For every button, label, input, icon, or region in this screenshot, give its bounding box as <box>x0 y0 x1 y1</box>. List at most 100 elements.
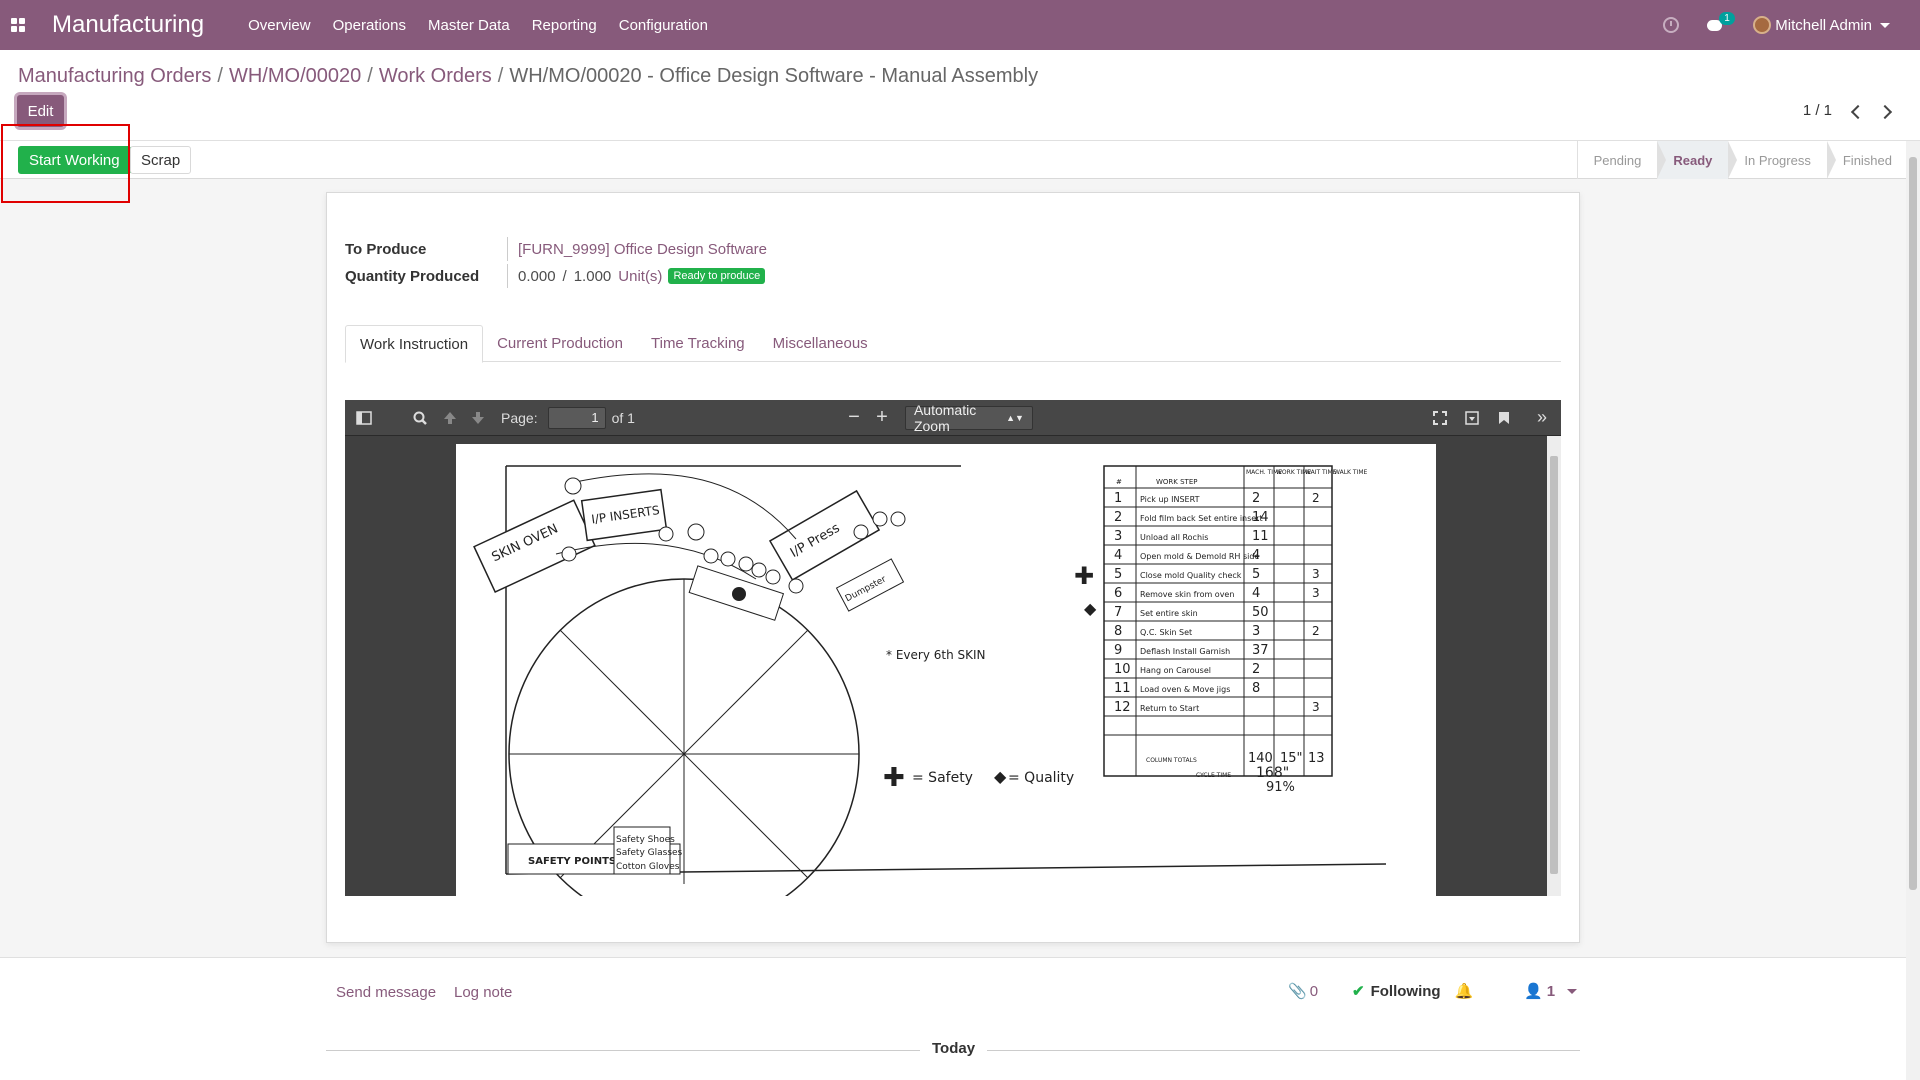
legend-safety-icon: ✚ <box>883 763 905 793</box>
menu-operations[interactable]: Operations <box>333 17 406 34</box>
table-cell: 5 <box>1114 567 1122 582</box>
tools-menu-icon[interactable]: » <box>1529 405 1555 431</box>
table-cell: 3 <box>1312 586 1320 600</box>
table-header: # <box>1116 478 1122 486</box>
status-bar: Start Working Scrap Pending Ready In Pro… <box>0 141 1920 179</box>
stage-in-progress[interactable]: In Progress <box>1728 141 1837 179</box>
chevron-right-icon[interactable] <box>1880 105 1892 117</box>
systray: 1 Mitchell Admin <box>1663 12 1890 34</box>
status-badge: Ready to produce <box>668 268 766 284</box>
menu-reporting[interactable]: Reporting <box>532 17 597 34</box>
menu-configuration[interactable]: Configuration <box>619 17 708 34</box>
tab-current-production[interactable]: Current Production <box>483 325 637 362</box>
zoom-select[interactable]: Automatic Zoom ▲▼ <box>904 402 1033 434</box>
breadcrumb-separator: / <box>497 65 504 87</box>
stage-ready[interactable]: Ready <box>1657 141 1738 179</box>
breadcrumb-current: WH/MO/00020 - Office Design Software - M… <box>509 65 1039 87</box>
table-cell: 8 <box>1114 624 1122 639</box>
table-cell: 2 <box>1252 491 1260 506</box>
table-cell: Fold film back Set entire insert <box>1140 514 1263 523</box>
table-cell: 4 <box>1114 548 1122 563</box>
table-cell: 7 <box>1114 605 1122 620</box>
log-note-button[interactable]: Log note <box>454 984 512 1001</box>
cycle-time: 168" <box>1256 765 1289 781</box>
app-name[interactable]: Manufacturing <box>52 11 204 39</box>
caret-down-icon[interactable] <box>1880 22 1890 28</box>
caret-down-icon[interactable] <box>1567 988 1578 994</box>
table-cell: 3 <box>1312 700 1320 714</box>
arrow-up-icon[interactable] <box>437 405 463 431</box>
sidebar-toggle-icon[interactable] <box>351 405 377 431</box>
zoom-out-icon[interactable]: − <box>841 405 867 431</box>
pager-value[interactable]: 1 / 1 <box>1803 102 1832 119</box>
table-cell: 3 <box>1312 567 1320 581</box>
sketch-safety-item: Safety Shoes <box>616 835 675 845</box>
start-working-button[interactable]: Start Working <box>18 146 131 174</box>
fullscreen-icon[interactable] <box>1427 405 1453 431</box>
to-produce-row: To Produce [FURN_9999] Office Design Sof… <box>345 237 767 261</box>
pdf-scrollbar[interactable] <box>1547 436 1561 896</box>
uom-link[interactable]: Unit(s) <box>618 268 662 285</box>
scrap-button[interactable]: Scrap <box>130 146 192 174</box>
send-message-button[interactable]: Send message <box>336 984 436 1001</box>
legend-quality-icon: ◆ <box>994 767 1007 786</box>
chevron-left-icon[interactable] <box>1850 105 1862 117</box>
table-cell: 10 <box>1114 662 1131 677</box>
today-label: Today <box>920 1040 988 1057</box>
breadcrumb-manufacturing-orders[interactable]: Manufacturing Orders <box>18 65 211 87</box>
following-button[interactable]: ✔ Following 🔔 <box>1352 982 1474 1001</box>
safety-cross-icon: ✚ <box>1074 562 1094 590</box>
chatter: Send message Log note 📎 0 ✔ Following 🔔 👤 1… <box>0 958 1906 1080</box>
stage-pending[interactable]: Pending <box>1578 141 1667 179</box>
attachments-button[interactable]: 📎 0 <box>1288 982 1318 1001</box>
messaging-icon[interactable]: 1 <box>1707 12 1735 32</box>
pdf-toolbar: Page: 1 of 1 − + Automatic Zoom ▲▼ » <box>345 400 1561 436</box>
menu-master-data[interactable]: Master Data <box>428 17 510 34</box>
tab-time-tracking[interactable]: Time Tracking <box>637 325 759 362</box>
table-cell: Open mold & Demold RH side <box>1140 552 1259 561</box>
bell-icon[interactable]: 🔔 <box>1455 982 1474 1000</box>
download-icon[interactable] <box>1459 405 1485 431</box>
legend-safety: = Safety <box>912 770 973 786</box>
table-cell: Return to Start <box>1140 704 1199 713</box>
quality-diamond-icon: ◆ <box>1084 599 1097 618</box>
search-icon[interactable] <box>407 405 433 431</box>
notebook-tabs: Work Instruction Current Production Time… <box>345 325 1561 363</box>
table-cell: 12 <box>1114 700 1131 715</box>
bookmark-icon[interactable] <box>1491 405 1517 431</box>
following-label: Following <box>1370 982 1441 1000</box>
edit-button[interactable]: Edit <box>17 95 64 127</box>
table-cell: 6 <box>1114 586 1122 601</box>
followers-button[interactable]: 👤 1 <box>1524 982 1578 1000</box>
breadcrumb-work-orders[interactable]: Work Orders <box>379 65 492 87</box>
breadcrumb: Manufacturing Orders / WH/MO/00020/Work Or… <box>18 65 1038 88</box>
apps-menu-icon[interactable] <box>0 0 36 50</box>
top-navbar: Manufacturing Overview Operations Master… <box>0 0 1920 50</box>
page-number-input[interactable]: 1 <box>547 406 606 429</box>
table-cell: 9 <box>1114 643 1122 658</box>
window-scrollbar[interactable] <box>1906 141 1920 1080</box>
table-cell: 37 <box>1252 643 1269 658</box>
table-cell: Unload all Rochis <box>1140 533 1208 542</box>
table-cell: Q.C. Skin Set <box>1140 628 1192 637</box>
table-cell: 2 <box>1312 624 1320 638</box>
user-menu[interactable]: Mitchell Admin <box>1775 17 1872 34</box>
breadcrumb-mo[interactable]: WH/MO/00020 <box>229 65 361 87</box>
activity-clock-icon[interactable] <box>1663 17 1680 33</box>
menu-overview[interactable]: Overview <box>248 17 311 34</box>
stage-bar: Pending Ready In Progress Finished <box>1576 141 1908 179</box>
pdf-viewer: Page: 1 of 1 − + Automatic Zoom ▲▼ » SKI… <box>345 400 1561 896</box>
product-link[interactable]: [FURN_9999] Office Design Software <box>518 241 767 258</box>
qty-produced: 0.000 <box>518 267 556 285</box>
table-cell: 3 <box>1114 529 1122 544</box>
zoom-in-icon[interactable]: + <box>869 405 895 431</box>
arrow-down-icon[interactable] <box>465 405 491 431</box>
stage-finished[interactable]: Finished <box>1827 141 1908 179</box>
table-cell: 4 <box>1252 586 1260 601</box>
tab-miscellaneous[interactable]: Miscellaneous <box>759 325 882 362</box>
table-cell: 11 <box>1252 529 1269 544</box>
table-cell: 11 <box>1114 681 1131 696</box>
pdf-page: SKIN OVEN I/P INSERTS I/P Press Dumpster <box>456 444 1436 896</box>
avatar[interactable] <box>1753 16 1772 34</box>
tab-work-instruction[interactable]: Work Instruction <box>345 325 484 363</box>
